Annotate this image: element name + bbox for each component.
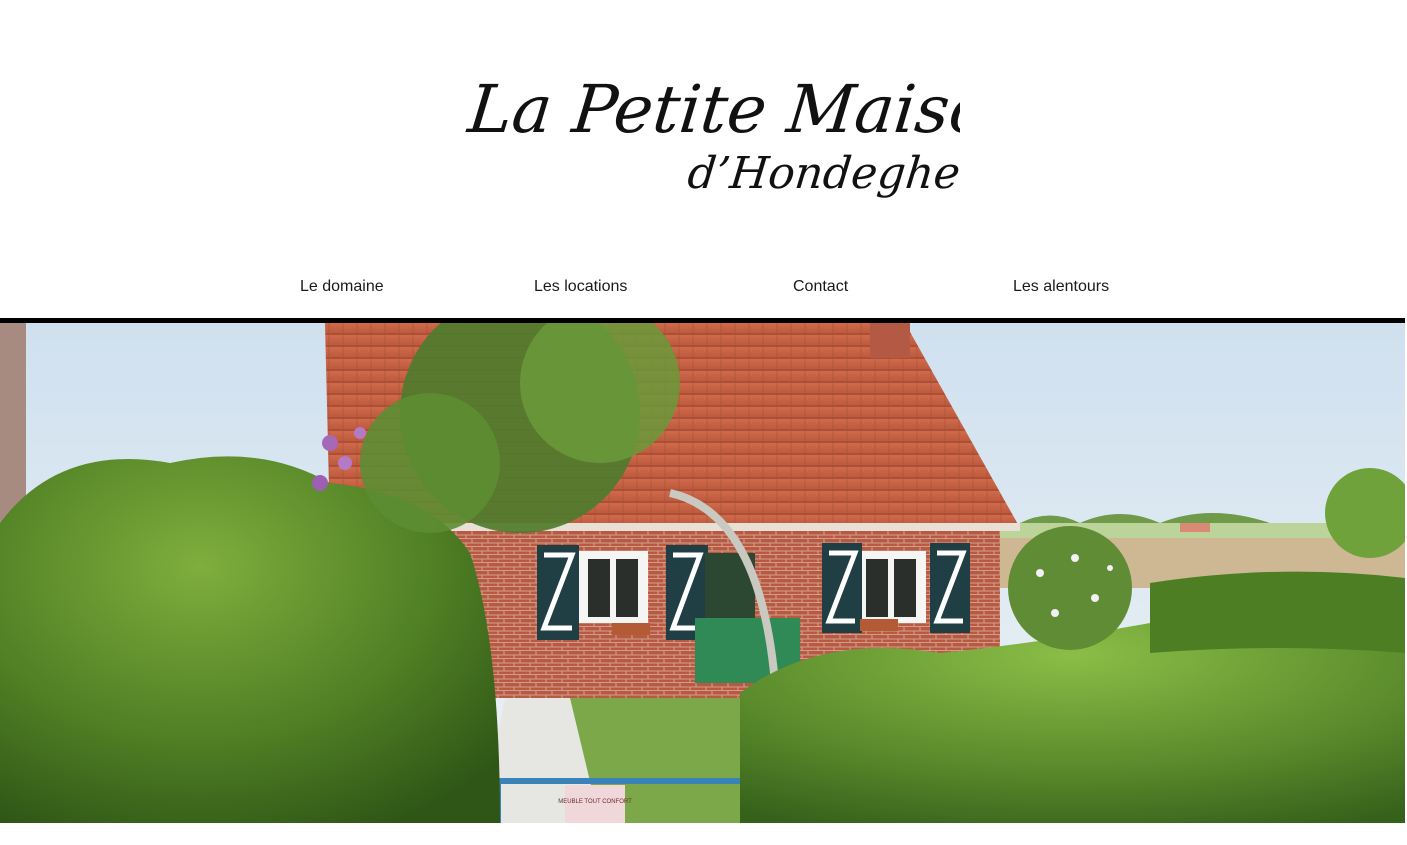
main-nav: Le domaine Les locations Contact Les ale… xyxy=(0,270,1407,306)
site-logo[interactable]: La Petite Maison d’Hondeghem xyxy=(440,40,960,220)
logo-script: La Petite Maison d’Hondeghem xyxy=(464,71,960,199)
nav-item-contact[interactable]: Contact xyxy=(793,270,848,304)
nav-item-les-locations[interactable]: Les locations xyxy=(534,270,627,304)
hero-image: MEUBLE TOUT CONFORT xyxy=(0,323,1405,823)
house-photo-icon: MEUBLE TOUT CONFORT xyxy=(0,323,1405,823)
logo-line2: d’Hondeghem xyxy=(685,148,960,199)
nav-item-les-alentours[interactable]: Les alentours xyxy=(1013,270,1109,304)
gate-sign-text: MEUBLE TOUT CONFORT xyxy=(558,799,632,805)
logo-line1: La Petite Maison xyxy=(464,71,960,148)
nav-item-le-domaine[interactable]: Le domaine xyxy=(300,270,384,304)
